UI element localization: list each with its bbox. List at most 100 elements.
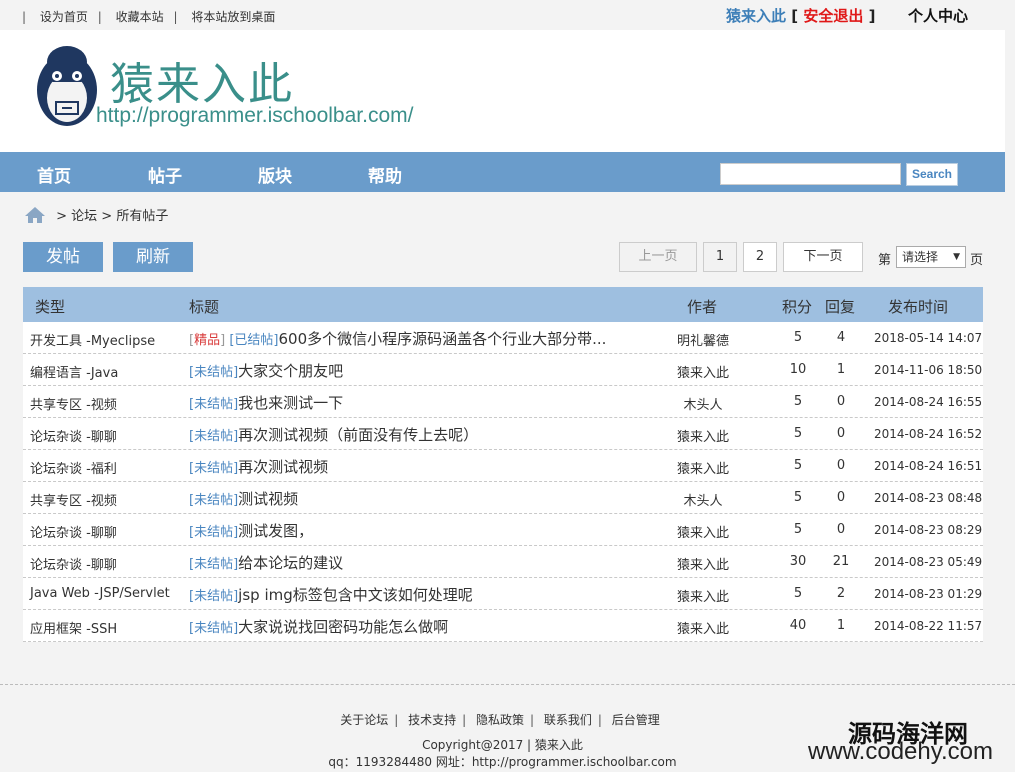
row-author[interactable]: 猿来入此 bbox=[663, 618, 743, 637]
header-title: 标题 bbox=[189, 298, 220, 316]
row-author[interactable]: 猿来入此 bbox=[663, 362, 743, 381]
monkey-logo[interactable] bbox=[34, 40, 100, 130]
main-nav: 首页 帖子 版块 帮助 Search bbox=[0, 152, 1005, 192]
top-bar: | 设为首页 | 收藏本站 | 将本站放到桌面 猿来入此 [ 安全退出 ] 个人… bbox=[0, 0, 1015, 30]
table-row[interactable]: 开发工具 -Myeclipse [精品] [已结帖]600多个微信小程序源码涵盖各… bbox=[23, 322, 983, 354]
table-row[interactable]: 编程语言 -Java [未结帖]大家交个朋友吧 猿来入此 10 1 2014-11-06 … bbox=[23, 354, 983, 386]
tag-status: 未结帖 bbox=[194, 525, 234, 540]
row-author[interactable]: 猿来入此 bbox=[663, 458, 743, 477]
row-type[interactable]: Java Web -JSP/Servlet bbox=[30, 586, 170, 601]
row-type[interactable]: 论坛杂谈 -聊聊 bbox=[30, 522, 117, 541]
row-type[interactable]: 共享专区 -视频 bbox=[30, 490, 117, 509]
row-title[interactable]: [未结帖]再次测试视频 bbox=[189, 456, 328, 477]
row-author[interactable]: 猿来入此 bbox=[663, 554, 743, 573]
row-type[interactable]: 论坛杂谈 -福利 bbox=[30, 458, 117, 477]
username-link[interactable]: 猿来入此 bbox=[726, 7, 786, 25]
row-score: 10 bbox=[789, 362, 807, 377]
footer-link-admin[interactable]: 后台管理 bbox=[612, 713, 660, 727]
chevron-down-icon: ▼ bbox=[953, 252, 960, 262]
row-title[interactable]: [未结帖]大家说说找回密码功能怎么做啊 bbox=[189, 616, 448, 637]
row-title[interactable]: [未结帖]给本论坛的建议 bbox=[189, 552, 343, 573]
tag-status: 未结帖 bbox=[194, 621, 234, 636]
row-author[interactable]: 猿来入此 bbox=[663, 522, 743, 541]
breadcrumb: > 论坛 > 所有帖子 bbox=[24, 205, 168, 224]
row-type[interactable]: 开发工具 -Myeclipse bbox=[30, 330, 155, 349]
footer-link-about[interactable]: 关于论坛 bbox=[340, 713, 388, 727]
table-row[interactable]: 应用框架 -SSH [未结帖]大家说说找回密码功能怎么做啊 猿来入此 40 1 2014-… bbox=[23, 610, 983, 642]
row-author[interactable]: 猿来入此 bbox=[663, 586, 743, 605]
row-title[interactable]: [未结帖]再次测试视频（前面没有传上去呢） bbox=[189, 424, 478, 445]
tag-status: 未结帖 bbox=[194, 397, 234, 412]
post-title-link[interactable]: jsp img标签包含中文该如何处理呢 bbox=[238, 586, 473, 604]
new-post-button[interactable]: 发帖 bbox=[23, 242, 103, 272]
nav-item-help[interactable]: 帮助 bbox=[368, 162, 402, 187]
row-author[interactable]: 明礼馨德 bbox=[663, 330, 743, 349]
nav-item-home[interactable]: 首页 bbox=[37, 162, 71, 187]
table-row[interactable]: 共享专区 -视频 [未结帖]我也来测试一下 木头人 5 0 2014-08-24 16:5… bbox=[23, 386, 983, 418]
refresh-button[interactable]: 刷新 bbox=[113, 242, 193, 272]
row-title[interactable]: [未结帖]测试视频 bbox=[189, 488, 298, 509]
row-title[interactable]: [未结帖]jsp img标签包含中文该如何处理呢 bbox=[189, 584, 473, 605]
table-header: 类型 标题 作者 积分 回复 发布时间 bbox=[23, 287, 983, 322]
next-page-button[interactable]: 下一页 bbox=[783, 242, 863, 272]
breadcrumb-text[interactable]: > 论坛 > 所有帖子 bbox=[56, 209, 168, 224]
desktop-shortcut-link[interactable]: 将本站放到桌面 bbox=[191, 10, 275, 24]
row-time: 2014-08-23 01:29 bbox=[874, 587, 983, 601]
post-title-link[interactable]: 我也来测试一下 bbox=[238, 394, 343, 412]
search-input[interactable] bbox=[720, 163, 901, 185]
row-type[interactable]: 论坛杂谈 -聊聊 bbox=[30, 426, 117, 445]
table-row[interactable]: 论坛杂谈 -福利 [未结帖]再次测试视频 猿来入此 5 0 2014-08-24 16:5… bbox=[23, 450, 983, 482]
site-url[interactable]: http://programmer.ischoolbar.com/ bbox=[96, 104, 413, 128]
table-row[interactable]: 共享专区 -视频 [未结帖]测试视频 木头人 5 0 2014-08-23 08:48 bbox=[23, 482, 983, 514]
row-author[interactable]: 木头人 bbox=[663, 490, 743, 509]
row-reply: 2 bbox=[836, 586, 846, 601]
row-time: 2014-08-24 16:51 bbox=[874, 459, 983, 473]
post-title-link[interactable]: 大家说说找回密码功能怎么做啊 bbox=[238, 618, 448, 636]
footer-link-contact[interactable]: 联系我们 bbox=[544, 713, 592, 727]
post-title-link[interactable]: 再次测试视频（前面没有传上去呢） bbox=[238, 426, 478, 444]
tag-status: 未结帖 bbox=[194, 461, 234, 476]
page-select[interactable]: 请选择 ▼ bbox=[896, 246, 966, 268]
bookmark-link[interactable]: 收藏本站 bbox=[116, 10, 164, 24]
row-title[interactable]: [未结帖]大家交个朋友吧 bbox=[189, 360, 343, 381]
page-1-button[interactable]: 1 bbox=[703, 242, 737, 272]
row-title[interactable]: [未结帖]我也来测试一下 bbox=[189, 392, 343, 413]
row-type[interactable]: 论坛杂谈 -聊聊 bbox=[30, 554, 117, 573]
row-title[interactable]: [精品] [已结帖]600多个微信小程序源码涵盖各个行业大部分带... bbox=[189, 328, 606, 349]
post-title-link[interactable]: 大家交个朋友吧 bbox=[238, 362, 343, 380]
row-author[interactable]: 木头人 bbox=[663, 394, 743, 413]
row-time: 2014-11-06 18:50 bbox=[874, 363, 983, 377]
footer-link-support[interactable]: 技术支持 bbox=[408, 713, 456, 727]
row-title[interactable]: [未结帖]测试发图， bbox=[189, 520, 313, 541]
set-homepage-link[interactable]: 设为首页 bbox=[40, 10, 88, 24]
user-center-link[interactable]: 个人中心 bbox=[908, 5, 968, 26]
prev-page-button[interactable]: 上一页 bbox=[619, 242, 697, 272]
footer-link-privacy[interactable]: 隐私政策 bbox=[476, 713, 524, 727]
row-reply: 21 bbox=[832, 554, 850, 569]
row-score: 40 bbox=[789, 618, 807, 633]
nav-item-boards[interactable]: 版块 bbox=[258, 162, 292, 187]
post-title-link[interactable]: 600多个微信小程序源码涵盖各个行业大部分带... bbox=[278, 330, 606, 348]
page-2-button[interactable]: 2 bbox=[743, 242, 777, 272]
post-title-link[interactable]: 再次测试视频 bbox=[238, 458, 328, 476]
row-type[interactable]: 共享专区 -视频 bbox=[30, 394, 117, 413]
logout-link[interactable]: 安全退出 bbox=[803, 7, 863, 25]
table-row[interactable]: 论坛杂谈 -聊聊 [未结帖]给本论坛的建议 猿来入此 30 21 2014-08-23 0… bbox=[23, 546, 983, 578]
row-score: 5 bbox=[793, 586, 803, 601]
post-title-link[interactable]: 测试发图， bbox=[238, 522, 313, 540]
nav-item-posts[interactable]: 帖子 bbox=[148, 162, 182, 187]
table-row[interactable]: 论坛杂谈 -聊聊 [未结帖]再次测试视频（前面没有传上去呢） 猿来入此 5 0 2014-… bbox=[23, 418, 983, 450]
search-button[interactable]: Search bbox=[906, 163, 958, 186]
row-type[interactable]: 编程语言 -Java bbox=[30, 362, 118, 381]
row-time: 2014-08-23 05:49 bbox=[874, 555, 983, 569]
row-author[interactable]: 猿来入此 bbox=[663, 426, 743, 445]
page-select-value: 请选择 bbox=[902, 250, 939, 264]
post-title-link[interactable]: 给本论坛的建议 bbox=[238, 554, 343, 572]
home-icon[interactable] bbox=[24, 206, 46, 224]
table-row[interactable]: 论坛杂谈 -聊聊 [未结帖]测试发图， 猿来入此 5 0 2014-08-23 08:29 bbox=[23, 514, 983, 546]
row-score: 30 bbox=[789, 554, 807, 569]
post-title-link[interactable]: 测试视频 bbox=[238, 490, 298, 508]
row-type[interactable]: 应用框架 -SSH bbox=[30, 618, 117, 637]
row-reply: 0 bbox=[836, 458, 846, 473]
table-row[interactable]: Java Web -JSP/Servlet [未结帖]jsp img标签包含中文该… bbox=[23, 578, 983, 610]
